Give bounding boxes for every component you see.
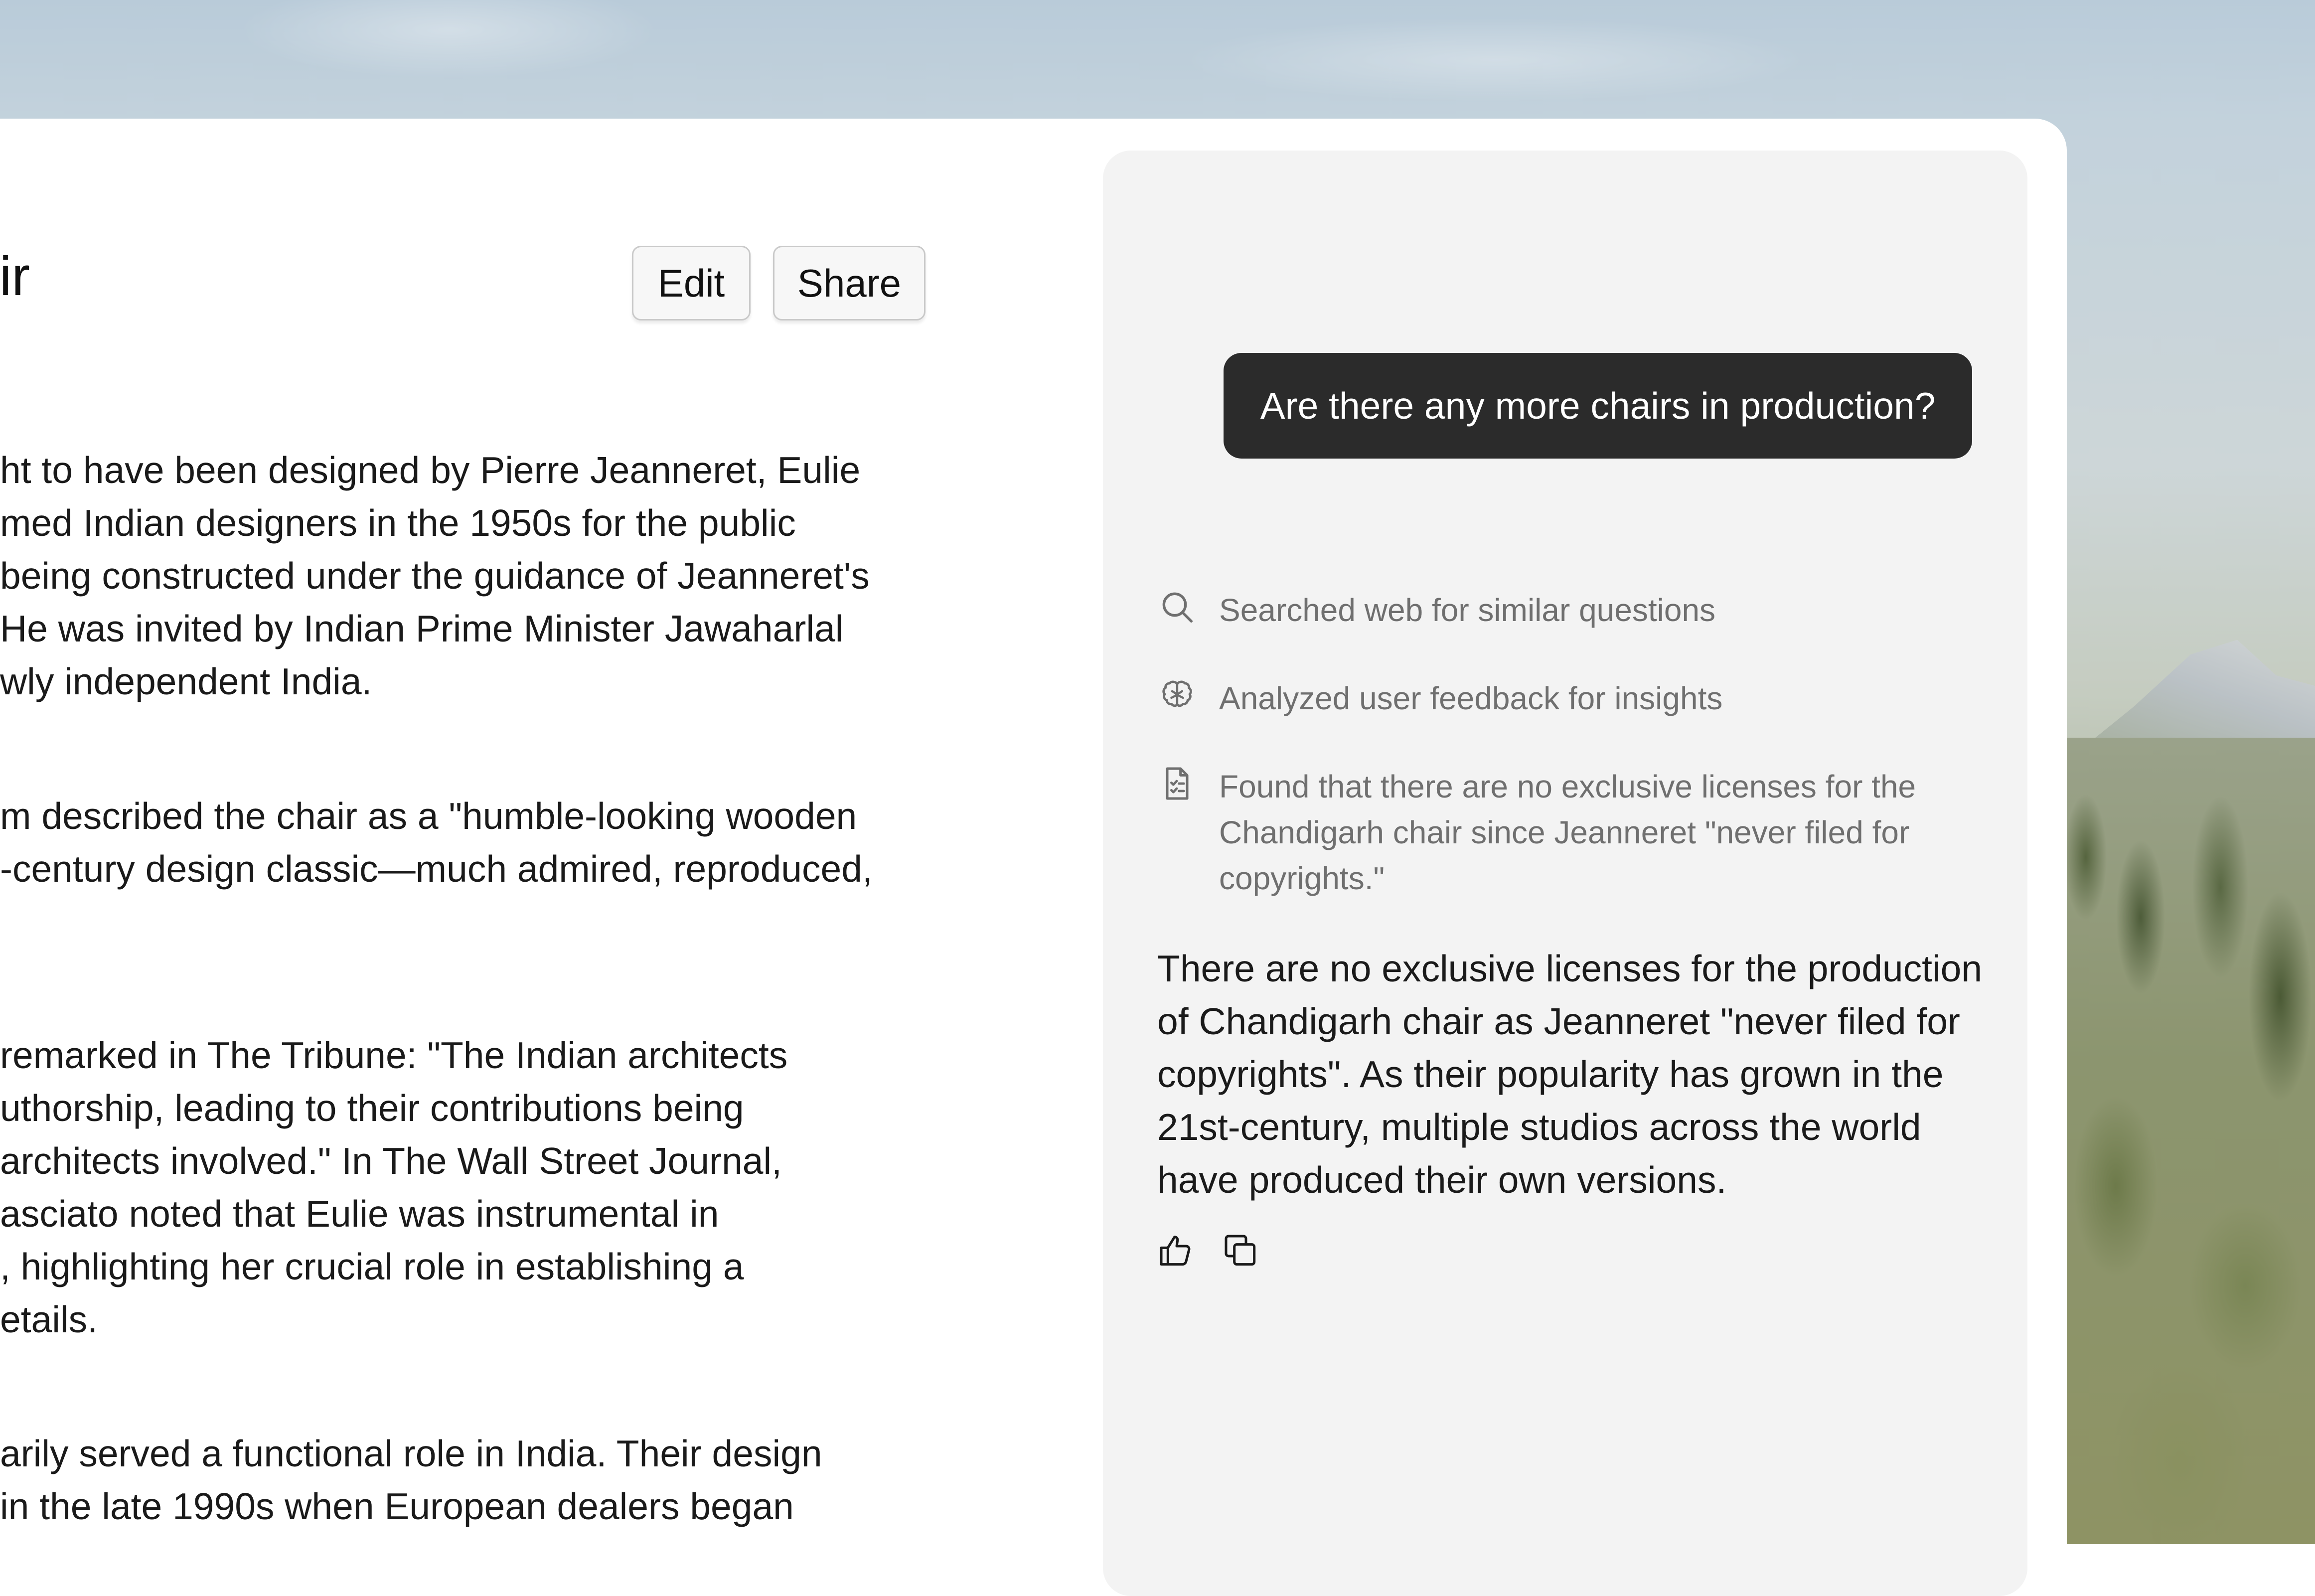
paragraph-line: , highlighting her crucial role in estab… (0, 1246, 744, 1287)
share-button[interactable]: Share (773, 246, 926, 320)
trees-painting (2056, 738, 2315, 1544)
paragraph-line: being constructed under the guidance of … (0, 555, 870, 597)
step-text: Found that there are no exclusive licens… (1219, 764, 1916, 901)
edit-button[interactable]: Edit (632, 246, 751, 320)
paragraph-line: wly independent India. (0, 660, 372, 702)
paragraph-line: remarked in The Tribune: "The Indian arc… (0, 1034, 788, 1076)
step-text: Searched web for similar questions (1219, 592, 1716, 628)
reasoning-step-analyze: Analyzed user feedback for insights (1157, 675, 1722, 721)
assistant-answer: There are no exclusive licenses for the … (1157, 942, 1982, 1206)
paragraph-line: etails. (0, 1298, 98, 1340)
document-checklist-icon (1166, 767, 1189, 800)
paragraph-line: med Indian designers in the 1950s for th… (0, 502, 796, 544)
answer-line: 21st-century, multiple studios across th… (1157, 1106, 1921, 1148)
paragraph-line: -century design classic—much admired, re… (0, 848, 873, 890)
paragraph-line: ht to have been designed by Pierre Jeann… (0, 449, 861, 491)
document-title: ir (0, 246, 30, 307)
paragraph-line: in the late 1990s when European dealers … (0, 1485, 794, 1527)
reasoning-step-found: Found that there are no exclusive licens… (1157, 764, 1916, 901)
document-paragraph: remarked in The Tribune: "The Indian arc… (0, 1029, 787, 1346)
step-text-line: copyrights." (1219, 860, 1385, 896)
thumbs-up-icon[interactable] (1156, 1231, 1196, 1271)
answer-line: There are no exclusive licenses for the … (1157, 948, 1983, 989)
paragraph-line: uthorship, leading to their contribution… (0, 1087, 744, 1129)
brain-icon (1162, 680, 1192, 707)
paragraph-line: arily served a functional role in India.… (0, 1433, 822, 1474)
copy-icon[interactable] (1221, 1231, 1261, 1271)
paragraph-line: He was invited by Indian Prime Minister … (0, 608, 844, 649)
step-text-line: Found that there are no exclusive licens… (1219, 769, 1916, 804)
document-paragraph: arily served a functional role in India.… (0, 1427, 822, 1533)
reasoning-step-search: Searched web for similar questions (1157, 587, 1715, 633)
user-message-bubble: Are there any more chairs in production? (1224, 353, 1972, 459)
paragraph-line: m described the chair as a "humble-looki… (0, 795, 857, 837)
answer-line: have produced their own versions. (1157, 1159, 1727, 1201)
document-paragraph: m described the chair as a "humble-looki… (0, 790, 873, 895)
answer-line: copyrights". As their popularity has gro… (1157, 1053, 1944, 1095)
answer-line: of Chandigarh chair as Jeanneret "never … (1157, 1000, 1960, 1042)
search-icon (1162, 592, 1193, 623)
paragraph-line: asciato noted that Eulie was instrumenta… (0, 1193, 719, 1235)
paragraph-line: architects involved." In The Wall Street… (0, 1140, 782, 1182)
document-paragraph: ht to have been designed by Pierre Jeann… (0, 444, 870, 708)
step-text-line: Chandigarh chair since Jeanneret "never … (1219, 814, 1910, 850)
step-text: Analyzed user feedback for insights (1219, 680, 1723, 716)
